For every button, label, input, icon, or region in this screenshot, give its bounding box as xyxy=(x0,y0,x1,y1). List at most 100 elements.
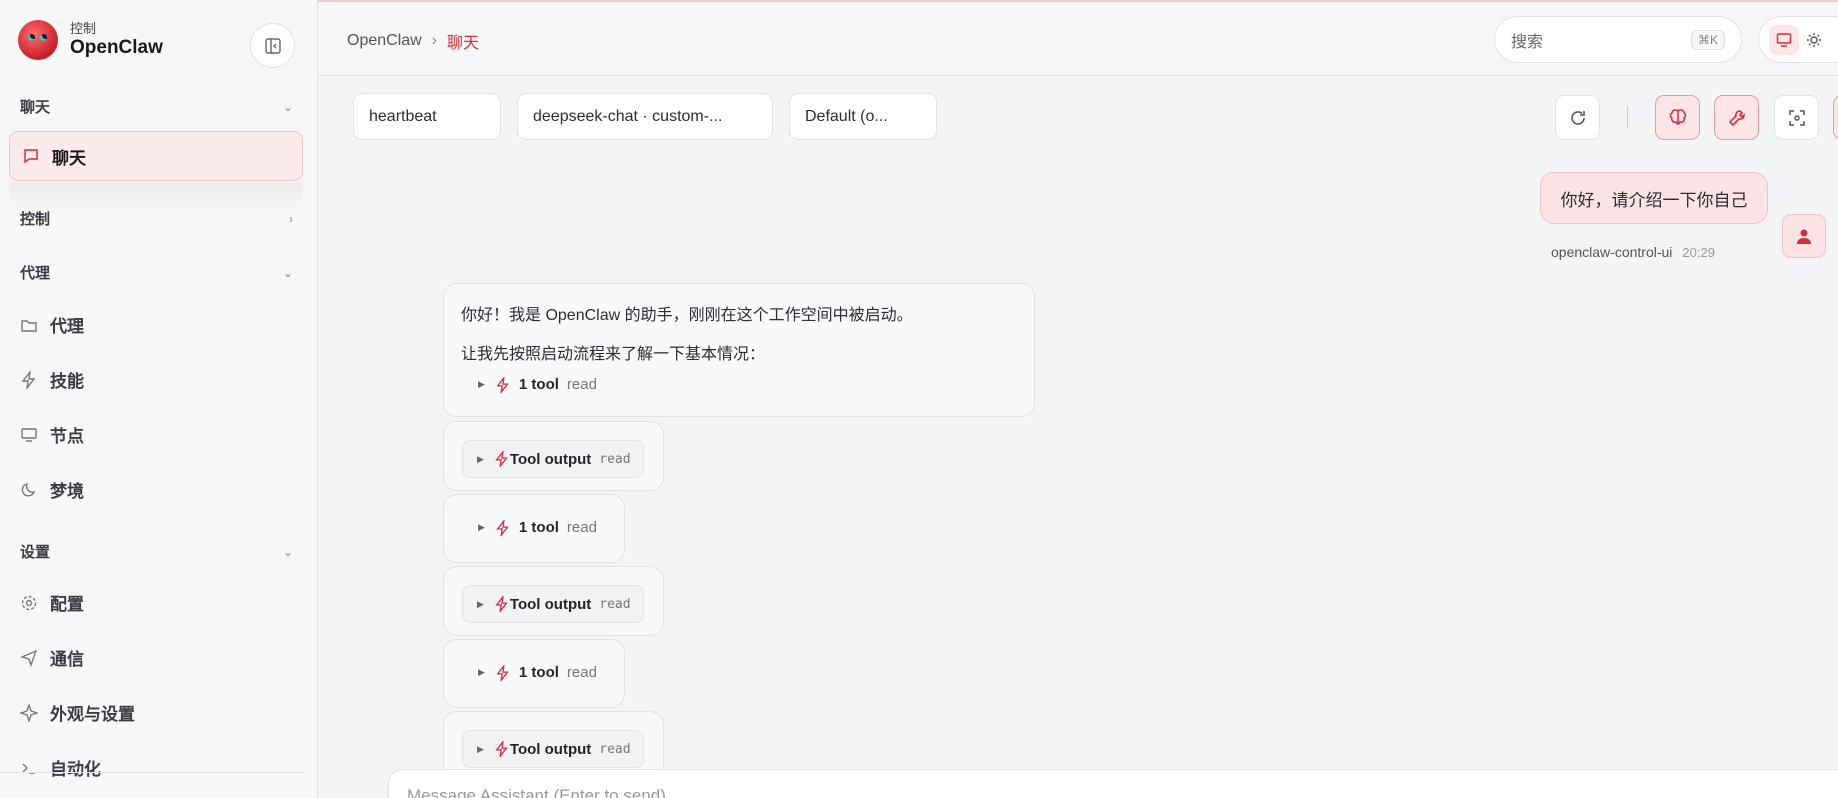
tool-call-bubble: ▶ 1 tool read xyxy=(443,639,625,708)
focus-mode-button[interactable] xyxy=(1774,95,1819,140)
chevron-right-icon: › xyxy=(289,211,293,226)
model-select[interactable]: deepseek-chat · custom-... xyxy=(517,93,773,140)
tool-output-row[interactable]: ▶ Tool output read xyxy=(462,585,644,623)
sidebar-item-skills[interactable]: 技能 xyxy=(20,367,84,392)
tool-name-tag: read xyxy=(566,664,597,681)
search-input[interactable]: 搜索 ⌘K xyxy=(1494,16,1742,63)
tool-name-tag: read xyxy=(566,376,597,393)
monitor-icon xyxy=(21,427,37,442)
theme-light-button[interactable] xyxy=(1799,25,1829,55)
expand-triangle-icon: ▶ xyxy=(478,379,485,389)
refresh-button[interactable] xyxy=(1555,95,1600,140)
tool-call-row[interactable]: ▶ 1 tool read xyxy=(478,664,597,681)
tool-name-tag: read xyxy=(599,741,631,757)
section-agent[interactable]: 代理 ⌄ xyxy=(20,262,293,283)
sun-icon xyxy=(1807,32,1821,47)
section-agent-label: 代理 xyxy=(20,265,51,282)
tool-call-row[interactable]: ▶ 1 tool read xyxy=(478,376,597,393)
tool-output-row[interactable]: ▶ Tool output read xyxy=(462,730,644,768)
session-select[interactable]: heartbeat xyxy=(353,93,501,140)
message-timestamp: 20:29 xyxy=(1682,245,1715,260)
sidebar-item-label: 配置 xyxy=(50,595,84,614)
expand-triangle-icon: ▶ xyxy=(478,667,485,677)
refresh-icon xyxy=(1570,110,1585,125)
lightning-icon xyxy=(495,596,508,612)
section-chat[interactable]: 聊天 ⌄ xyxy=(20,96,293,117)
tool-call-label: 1 tool xyxy=(518,664,559,681)
gear-icon xyxy=(21,595,37,610)
assistant-message-line: 让我先按照启动流程来了解一下基本情况： xyxy=(461,346,766,363)
brand-subtitle: 控制 xyxy=(70,21,97,36)
sidebar-item-config[interactable]: 配置 xyxy=(20,590,84,615)
chevron-down-icon: ⌄ xyxy=(282,265,293,280)
lightning-icon xyxy=(496,664,509,681)
lightning-icon xyxy=(495,451,508,467)
brand[interactable]: 控制 OpenClaw xyxy=(18,20,163,60)
lightning-icon xyxy=(496,519,509,536)
sidebar-item-label: 节点 xyxy=(50,427,84,446)
user-name: openclaw-control-ui xyxy=(1551,244,1673,260)
tool-call-row[interactable]: ▶ 1 tool read xyxy=(478,519,597,536)
tools-toggle-button[interactable] xyxy=(1714,95,1759,140)
more-actions-button[interactable] xyxy=(1833,95,1838,140)
section-control[interactable]: 控制 › xyxy=(20,208,293,229)
section-chat-label: 聊天 xyxy=(20,99,51,116)
sidebar-item-comms[interactable]: 通信 xyxy=(20,645,84,670)
mode-select-value: Default (o... xyxy=(805,107,888,125)
tool-output-bubble: ▶ Tool output read xyxy=(443,566,664,636)
mode-select[interactable]: Default (o... xyxy=(789,93,937,140)
assistant-message-bubble: 你好！我是 OpenClaw 的助手，刚刚在这个工作空间中被启动。 让我先按照启… xyxy=(443,283,1035,417)
breadcrumb-current: 聊天 xyxy=(447,35,480,52)
expand-triangle-icon: ▶ xyxy=(477,453,484,464)
expand-triangle-icon: ▶ xyxy=(477,743,484,754)
sparkle-icon xyxy=(20,703,38,722)
sidebar-item-chat[interactable]: 聊天 xyxy=(9,131,303,181)
sidebar-item-label: 自动化 xyxy=(50,760,101,779)
sidebar-item-nodes[interactable]: 节点 xyxy=(20,422,84,447)
sidebar-item-label: 外观与设置 xyxy=(50,705,135,724)
sidebar: 控制 OpenClaw 聊天 ⌄ 聊天 控制 › 代理 ⌄ 代理 技能 节点 梦… xyxy=(0,0,318,798)
breadcrumb-separator: › xyxy=(431,32,438,49)
top-header: OpenClaw › 聊天 搜索 ⌘K xyxy=(318,2,1838,76)
tool-name-tag: read xyxy=(599,596,631,612)
thinking-toggle-button[interactable] xyxy=(1655,95,1700,140)
moon-icon xyxy=(21,482,36,497)
sidebar-item-agents[interactable]: 代理 xyxy=(20,312,84,337)
sidebar-collapse-icon xyxy=(264,37,281,54)
section-settings[interactable]: 设置 ⌄ xyxy=(20,541,293,562)
tool-output-label: Tool output xyxy=(509,450,592,468)
sidebar-item-label: 聊天 xyxy=(52,148,86,168)
session-select-value: heartbeat xyxy=(369,107,437,125)
user-avatar xyxy=(1782,214,1826,258)
sidebar-item-appearance[interactable]: 外观与设置 xyxy=(20,700,135,725)
tool-output-row[interactable]: ▶ Tool output read xyxy=(462,440,644,478)
expand-triangle-icon: ▶ xyxy=(478,522,485,532)
tool-call-bubble: ▶ 1 tool read xyxy=(443,494,625,563)
sidebar-item-dreams[interactable]: 梦境 xyxy=(20,477,84,502)
sidebar-item-automation[interactable]: 自动化 xyxy=(20,755,101,780)
chat-bubble-icon xyxy=(24,149,38,164)
tool-output-label: Tool output xyxy=(509,740,592,758)
brand-name: OpenClaw xyxy=(70,37,163,58)
focus-icon xyxy=(1788,109,1805,126)
message-composer[interactable]: Message Assistant (Enter to send) xyxy=(388,769,1838,798)
tool-name-tag: read xyxy=(599,451,631,467)
chevron-down-icon: ⌄ xyxy=(282,544,293,559)
openclaw-logo-icon xyxy=(18,20,58,60)
sidebar-item-label: 代理 xyxy=(50,317,84,336)
brain-icon xyxy=(1669,108,1686,125)
user-message-text: 你好，请介绍一下你自己 xyxy=(1560,190,1748,210)
terminal-icon xyxy=(22,763,35,774)
theme-system-button[interactable] xyxy=(1769,24,1799,55)
expand-triangle-icon: ▶ xyxy=(477,598,484,609)
send-icon xyxy=(20,649,38,667)
search-shortcut: ⌘K xyxy=(1690,29,1725,50)
sidebar-item-label: 技能 xyxy=(50,372,84,391)
folder-icon xyxy=(21,319,37,332)
theme-switcher xyxy=(1758,16,1838,63)
collapse-sidebar-button[interactable] xyxy=(250,23,295,68)
toolbar-divider xyxy=(1627,106,1628,128)
breadcrumb-root[interactable]: OpenClaw xyxy=(347,32,422,50)
user-message-bubble: 你好，请介绍一下你自己 xyxy=(1540,172,1768,224)
lightning-icon xyxy=(496,376,509,393)
